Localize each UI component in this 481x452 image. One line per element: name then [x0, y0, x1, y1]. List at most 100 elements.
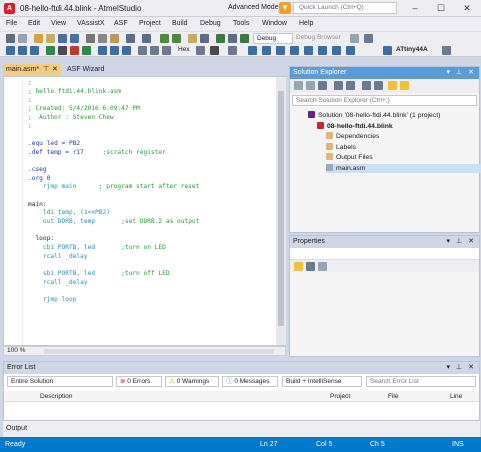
- show-next-statement-icon[interactable]: [138, 46, 147, 55]
- column-project[interactable]: Project: [330, 391, 350, 402]
- panel-close-icon[interactable]: ✕: [468, 362, 474, 374]
- stop-debugging-icon[interactable]: [70, 46, 79, 55]
- back-icon[interactable]: [294, 81, 303, 90]
- cut-icon[interactable]: [86, 34, 95, 43]
- preview-selected-icon[interactable]: [400, 81, 409, 90]
- tree-item[interactable]: Labels: [326, 142, 356, 152]
- code-line[interactable]: ;: [28, 122, 273, 131]
- memory-icon[interactable]: [162, 46, 171, 55]
- paste-icon[interactable]: [110, 34, 119, 43]
- errors-filter-button[interactable]: ⊗ 0 Errors: [116, 376, 162, 387]
- panel-dropdown-icon[interactable]: ▾: [446, 236, 450, 248]
- code-content[interactable]: ;; hello.ftdi.44.blink.asm;; Created: 5/…: [28, 79, 273, 314]
- device-selector[interactable]: ATtiny44A: [396, 46, 428, 53]
- call-stack-icon[interactable]: [290, 46, 299, 55]
- editor-vertical-scrollbar[interactable]: [276, 77, 286, 345]
- processor-view-icon[interactable]: [210, 46, 219, 55]
- rebuild-icon[interactable]: [172, 34, 181, 43]
- column-file[interactable]: File: [388, 391, 398, 402]
- code-line[interactable]: [28, 288, 273, 297]
- code-line[interactable]: [28, 157, 273, 166]
- code-line[interactable]: .equ led = PB2: [28, 140, 273, 149]
- collapse-all-icon[interactable]: [362, 81, 371, 90]
- column-line[interactable]: Line: [450, 391, 462, 402]
- step-over-icon[interactable]: [18, 46, 27, 55]
- code-line[interactable]: [28, 305, 273, 314]
- messages-filter-button[interactable]: ⓘ 0 Messages: [222, 376, 278, 387]
- code-line[interactable]: cbi PORTB, led ;turn on LED: [28, 244, 273, 253]
- breakpoint-icon[interactable]: [350, 34, 359, 43]
- start-debugging-icon[interactable]: [216, 34, 225, 43]
- new-project-icon[interactable]: [34, 34, 43, 43]
- code-line[interactable]: .def temp = r17 ;scratch register: [28, 149, 273, 158]
- breakpoints-window-icon[interactable]: [248, 46, 257, 55]
- zoom-icon[interactable]: [200, 34, 209, 43]
- watch-window-icon[interactable]: [262, 46, 271, 55]
- code-line[interactable]: rcall _delay: [28, 279, 273, 288]
- quick-launch-input[interactable]: Quick Launch (Ctrl+Q): [293, 2, 397, 14]
- menu-project[interactable]: Project: [139, 20, 161, 27]
- step-out-icon[interactable]: [30, 46, 39, 55]
- properties-icon[interactable]: [374, 81, 383, 90]
- configuration-dropdown[interactable]: Debug: [253, 33, 293, 44]
- registers-icon[interactable]: [196, 46, 205, 55]
- code-line[interactable]: ;: [28, 79, 273, 88]
- menu-vassistx[interactable]: VAssistX: [77, 20, 105, 27]
- menu-tools[interactable]: Tools: [233, 20, 249, 27]
- copy-icon[interactable]: [98, 34, 107, 43]
- panel-close-icon[interactable]: ✕: [468, 236, 474, 248]
- device-programming-icon[interactable]: [332, 46, 341, 55]
- code-line[interactable]: ; Created: 5/4/2016 6:09:47 PM: [28, 105, 273, 114]
- output-window-icon[interactable]: [304, 46, 313, 55]
- alphabetical-icon[interactable]: [306, 262, 315, 271]
- panel-close-icon[interactable]: ✕: [468, 67, 474, 79]
- menu-build[interactable]: Build: [172, 20, 188, 27]
- panel-pin-icon[interactable]: ⊥: [456, 236, 462, 248]
- tab-main-asm[interactable]: main.asm* ⊤ ✕: [3, 64, 61, 76]
- forward-icon[interactable]: [306, 81, 315, 90]
- refresh-icon[interactable]: [346, 81, 355, 90]
- menu-help[interactable]: Help: [299, 20, 313, 27]
- open-file-icon[interactable]: [46, 34, 55, 43]
- code-editor[interactable]: ;; hello.ftdi.44.blink.asm;; Created: 5/…: [3, 76, 286, 346]
- debug-browser-dropdown[interactable]: Debug Browser: [296, 34, 341, 41]
- tree-item[interactable]: Output Files: [326, 153, 373, 162]
- menu-debug[interactable]: Debug: [200, 20, 221, 27]
- code-line[interactable]: [28, 192, 273, 201]
- panel-pin-icon[interactable]: ⊥: [456, 362, 462, 374]
- tree-item[interactable]: Dependencies: [326, 132, 379, 141]
- back-icon[interactable]: [6, 34, 15, 43]
- forward-icon[interactable]: [18, 34, 27, 43]
- properties-object-selector[interactable]: [290, 248, 479, 260]
- menu-asf[interactable]: ASF: [114, 20, 128, 27]
- home-icon[interactable]: [318, 81, 327, 90]
- panel-dropdown-icon[interactable]: ▾: [446, 67, 450, 79]
- pin-icon[interactable]: ⊤: [43, 64, 49, 76]
- disassembly-icon[interactable]: [150, 46, 159, 55]
- terminal-icon[interactable]: [318, 46, 327, 55]
- step-icon[interactable]: [98, 46, 107, 55]
- code-line[interactable]: main:: [28, 201, 273, 210]
- output-tab[interactable]: Output: [3, 421, 480, 437]
- editor-horizontal-scrollbar[interactable]: [44, 349, 274, 354]
- zoom-level[interactable]: 100 %: [7, 347, 25, 354]
- code-line[interactable]: .org 0: [28, 175, 273, 184]
- build-filter-dropdown[interactable]: Build + IntelliSense: [282, 376, 362, 387]
- code-line[interactable]: rjmp main ; program start after reset: [28, 183, 273, 192]
- column-description[interactable]: Description: [40, 391, 73, 402]
- toolbar-overflow-icon[interactable]: [364, 34, 373, 43]
- tool-settings-icon[interactable]: [346, 46, 355, 55]
- code-line[interactable]: [28, 261, 273, 270]
- code-line[interactable]: out DDRB, temp ;set DDRB.2 as output: [28, 218, 273, 227]
- io-view-icon[interactable]: [228, 46, 237, 55]
- error-scope-dropdown[interactable]: Entire Solution: [7, 376, 113, 387]
- filter-icon[interactable]: ▼: [279, 2, 291, 14]
- menu-window[interactable]: Window: [262, 20, 287, 27]
- run-icon[interactable]: [82, 46, 91, 55]
- error-list-search[interactable]: Search Error List: [366, 376, 476, 387]
- locals-window-icon[interactable]: [276, 46, 285, 55]
- menu-edit[interactable]: Edit: [28, 20, 40, 27]
- menu-view[interactable]: View: [51, 20, 66, 27]
- show-all-files-icon[interactable]: [388, 81, 397, 90]
- menu-file[interactable]: File: [6, 20, 17, 27]
